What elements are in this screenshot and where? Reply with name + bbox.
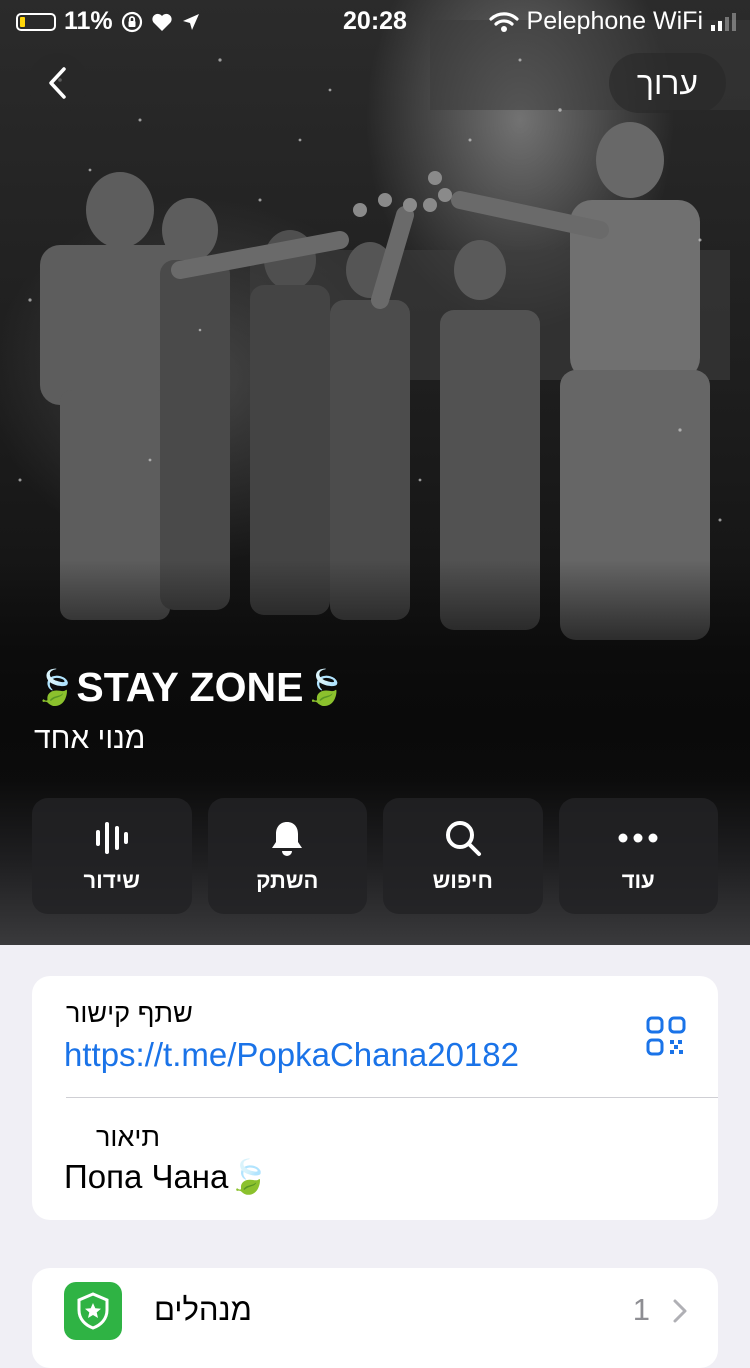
chevron-left-icon (49, 67, 66, 99)
admin-badge-icon (64, 1282, 122, 1340)
description-label: תיאור (96, 1122, 161, 1152)
mute-button[interactable]: השתק (207, 798, 367, 914)
share-link-url[interactable]: https://t.me/PopkaChana20182 (64, 1036, 519, 1074)
info-card: שתף קישור https://t.me/PopkaChana20182 ת… (32, 976, 718, 1220)
more-icon (618, 833, 658, 843)
more-label: עוד (621, 868, 655, 893)
share-link-row[interactable]: שתף קישור https://t.me/PopkaChana20182 (32, 976, 718, 1097)
voice-chat-label: שידור (83, 868, 140, 893)
wifi-icon (488, 11, 519, 32)
leaf-emoji: 🍃 (34, 668, 77, 707)
back-button[interactable] (28, 53, 88, 113)
signal-icon (711, 12, 736, 31)
qr-code-icon[interactable] (646, 1016, 686, 1056)
more-button[interactable]: עוד (558, 798, 718, 914)
channel-title-text: STAY ZONE (76, 664, 304, 710)
share-link-label: שתף קישור (66, 998, 193, 1028)
channel-title: 🍃 STAY ZONE 🍃 (34, 664, 346, 711)
status-bar: 11% 20:28 Pelephone WiFi (0, 0, 750, 42)
search-icon (445, 821, 481, 856)
mute-label: השתק (256, 868, 319, 893)
search-button[interactable]: חיפוש (383, 798, 543, 914)
action-bar: שידור השתק חיפוש עוד (32, 798, 718, 914)
bell-icon (272, 822, 303, 856)
admins-row[interactable]: מנהלים 1 (32, 1268, 718, 1368)
subscriber-count: מנוי אחד (34, 722, 146, 755)
search-label: חיפוש (432, 868, 493, 893)
admins-label: מנהלים (154, 1292, 252, 1327)
voice-chat-button[interactable]: שידור (32, 798, 192, 914)
edit-button[interactable]: ערוך (608, 53, 726, 113)
voice-chat-icon (95, 822, 128, 854)
admins-count: 1 (632, 1292, 650, 1327)
leaf-emoji: 🍃 (303, 668, 346, 707)
description-value: Попа Чана🍃 (64, 1158, 269, 1197)
leaf-emoji: 🍃 (228, 1158, 270, 1195)
divider (66, 1097, 718, 1098)
chevron-right-icon (673, 1299, 687, 1323)
carrier-name: Pelephone WiFi (526, 7, 703, 35)
shield-star-icon (77, 1292, 109, 1330)
description-text: Попа Чана (64, 1158, 229, 1195)
